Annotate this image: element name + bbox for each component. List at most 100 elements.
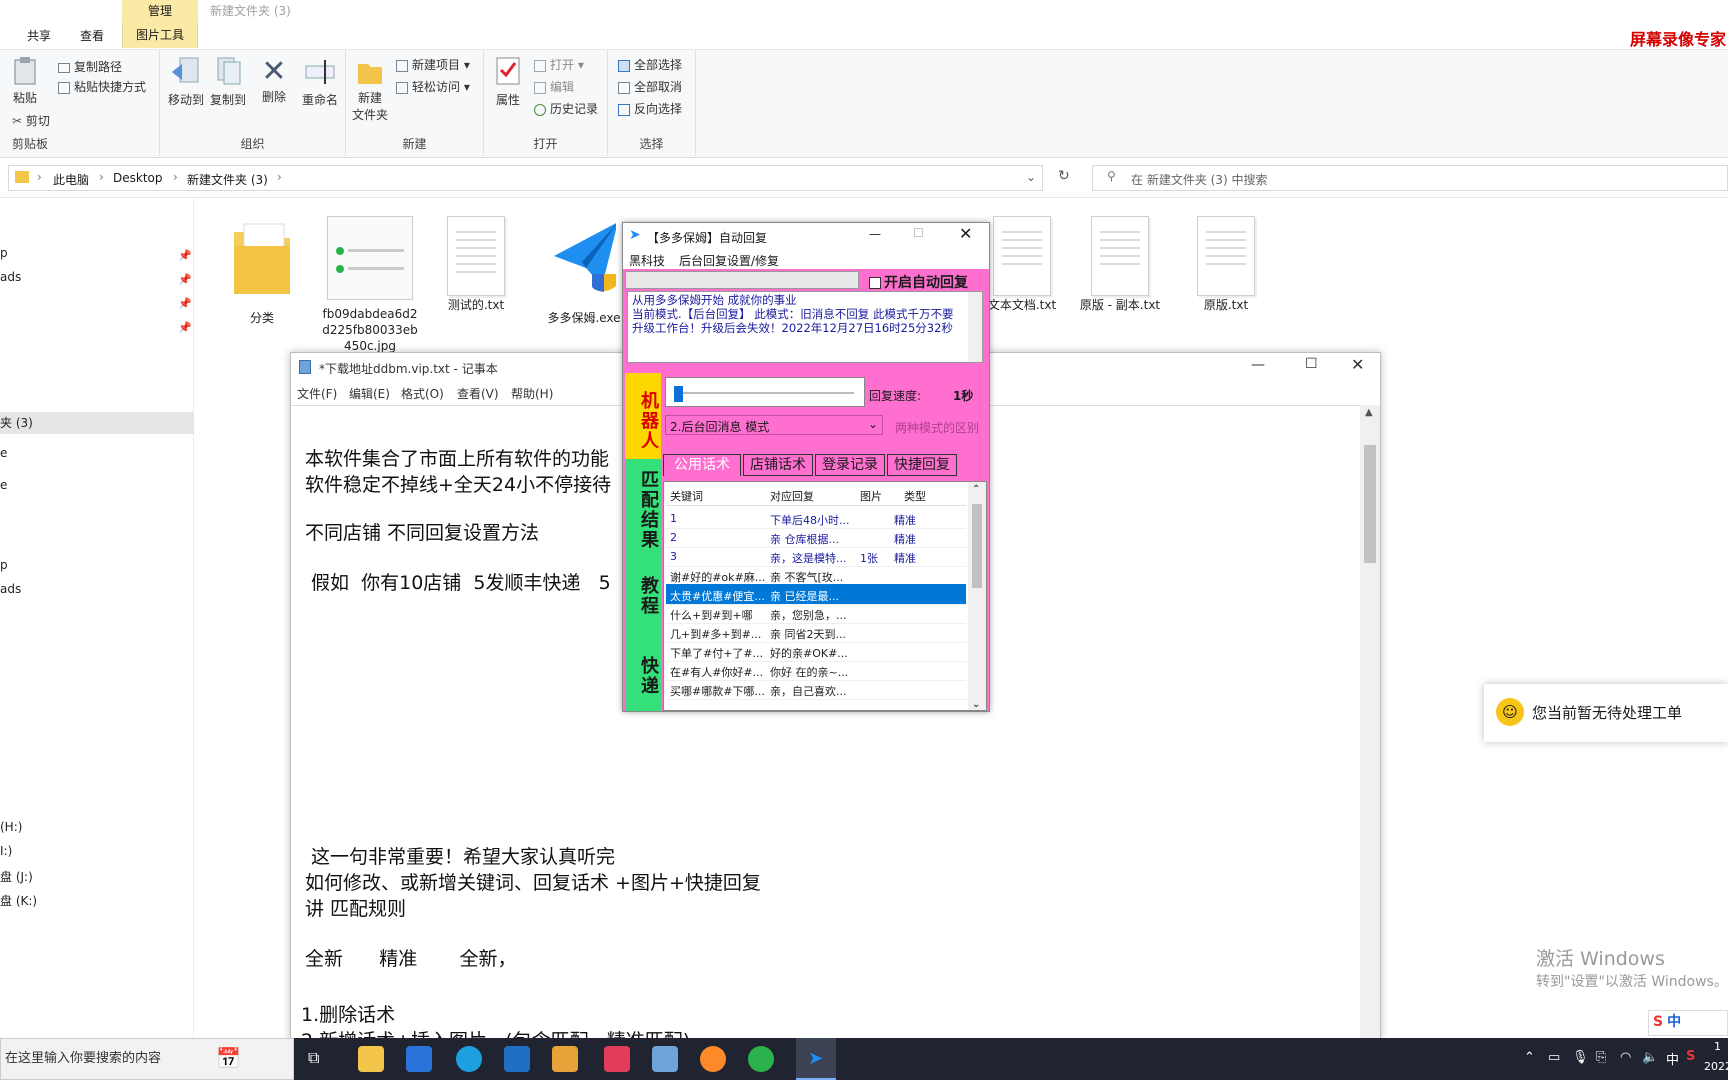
scroll-up-icon[interactable]: ⌃ (972, 484, 980, 495)
nav-item[interactable]: p (0, 558, 8, 572)
open-button[interactable]: 打开 ▾ (534, 56, 584, 73)
file-item[interactable]: 原版.txt (1176, 216, 1276, 313)
microphone-icon[interactable]: 🎙 (1572, 1050, 1589, 1065)
notification-toast[interactable]: ☺ 您当前暂无待处理工单 (1484, 684, 1728, 742)
speed-slider[interactable] (665, 377, 865, 407)
table-row[interactable]: 1 下单后48小时... 精准 (666, 508, 966, 529)
cut-button[interactable]: ✂ 剪切 (12, 112, 50, 129)
file-item[interactable]: 分类 (212, 216, 312, 326)
file-item[interactable]: 多多保姆.exe (534, 216, 634, 326)
vtab-match-results[interactable]: 匹配结果 (625, 459, 661, 551)
tray-chevron-up-icon[interactable]: ⌃ (1524, 1050, 1535, 1065)
nav-item[interactable]: 盘 (K:) (0, 892, 37, 909)
ime-indicator[interactable]: 中 (1666, 1049, 1679, 1068)
table-row[interactable]: 太贵#优惠#便宜... 亲 已经是最... (666, 584, 966, 605)
table-row[interactable]: 谢#好的#ok#麻... 亲 不客气[玫... (666, 565, 966, 586)
checkbox-icon[interactable] (869, 277, 881, 289)
notepad-taskbar-icon[interactable] (652, 1046, 678, 1072)
nav-item[interactable]: ads (0, 270, 21, 284)
close-icon[interactable]: ✕ (1351, 355, 1364, 374)
copy-to-button[interactable]: 复制到 (208, 56, 248, 108)
nav-item[interactable]: e (0, 478, 7, 492)
column-header-reply[interactable]: 对应回复 (770, 488, 814, 504)
chevron-down-icon[interactable]: ⌄ (1026, 170, 1036, 184)
scrollbar-thumb[interactable] (972, 504, 982, 588)
properties-button[interactable]: 属性 (492, 56, 524, 108)
volume-icon[interactable]: 🔈 (1642, 1050, 1658, 1065)
file-item[interactable]: fb09dabdea6d2d225fb80033eb450c.jpg (320, 216, 420, 354)
app-icon[interactable] (552, 1046, 578, 1072)
taskbar-search[interactable]: 在这里输入你要搜索的内容 (0, 1038, 294, 1080)
copy-path-button[interactable]: 复制路径 (58, 58, 122, 75)
delete-button[interactable]: ✕ 删除 (256, 56, 292, 105)
nav-item[interactable]: ads (0, 582, 21, 596)
table-row[interactable]: 在#有人#你好#... 你好 在的亲~... (666, 660, 966, 681)
store-icon[interactable] (406, 1046, 432, 1072)
move-to-button[interactable]: 移动到 (166, 56, 206, 108)
scroll-down-icon[interactable]: ⌄ (972, 699, 980, 710)
invert-selection-button[interactable]: 反向选择 (618, 100, 682, 117)
menu-view[interactable]: 查看(V) (457, 385, 499, 402)
mode-diff-link[interactable]: 两种模式的区别 (895, 419, 979, 436)
easy-access-button[interactable]: 轻松访问 ▾ (396, 78, 470, 95)
vtab-robot[interactable]: 机器人 (625, 373, 661, 459)
mode-select[interactable]: 2.后台回消息 模式 ⌄ (665, 415, 883, 435)
column-header-image[interactable]: 图片 (860, 488, 882, 504)
close-icon[interactable]: ✕ (959, 224, 972, 243)
table-row[interactable]: 下单了#付+了#... 好的亲#OK#... (666, 641, 966, 662)
paste-shortcut-button[interactable]: 粘贴快捷方式 (58, 78, 146, 95)
table-row[interactable]: 2 亲 仓库根据... 精准 (666, 527, 966, 548)
nav-item[interactable]: (H:) (0, 820, 22, 834)
tab-public-scripts[interactable]: 公用话术 (663, 454, 741, 476)
search-box[interactable]: ⚲ 在 新建文件夹 (3) 中搜索 (1092, 165, 1728, 191)
minimize-icon[interactable]: — (1251, 357, 1265, 373)
clock-time[interactable]: 1 (1714, 1040, 1721, 1053)
breadcrumb-desktop[interactable]: Desktop (113, 171, 163, 185)
sogou-tray-icon[interactable]: S (1686, 1049, 1695, 1064)
new-folder-button[interactable]: 新建 文件夹 (352, 56, 388, 123)
ime-toolbar[interactable]: S中 (1648, 1010, 1728, 1036)
scroll-up-icon[interactable]: ▲ (1365, 407, 1373, 418)
column-header-keyword[interactable]: 关键词 (670, 488, 703, 504)
vtab-tutorial[interactable]: 教程 (625, 551, 661, 631)
tab-quick-reply[interactable]: 快捷回复 (887, 454, 957, 476)
table-row[interactable]: 3 亲，这是模特... 1张 精准 (666, 546, 966, 567)
maximize-icon[interactable]: ☐ (1305, 356, 1318, 372)
search-input[interactable]: 在 新建文件夹 (3) 中搜索 (1131, 171, 1267, 188)
menu-help[interactable]: 帮助(H) (511, 385, 553, 402)
nav-item[interactable]: p (0, 246, 8, 260)
breadcrumb-this-pc[interactable]: 此电脑 (53, 171, 89, 188)
notepad-scrollbar[interactable]: ▲ (1360, 405, 1380, 1043)
menu-backend-settings[interactable]: 后台回复设置/修复 (679, 252, 779, 269)
browser-icon[interactable] (700, 1046, 726, 1072)
tab-share[interactable]: 共享 (14, 24, 64, 48)
log-scrollbar[interactable] (968, 292, 982, 362)
nav-item[interactable]: I:) (0, 844, 12, 858)
refresh-icon[interactable]: ↻ (1058, 168, 1070, 184)
table-row[interactable]: 什么+到#到+哪 亲，您别急，... (666, 603, 966, 624)
rename-button[interactable]: 重命名 (298, 56, 342, 108)
breadcrumb-folder[interactable]: 新建文件夹 (3) (187, 171, 268, 188)
select-all-button[interactable]: 全部选择 (618, 56, 682, 73)
table-row[interactable]: 买哪#哪款#下哪... 亲，自己喜欢... (666, 679, 966, 700)
file-item[interactable]: 测试的.txt (426, 216, 526, 313)
table-scrollbar[interactable]: ⌃ ⌄ (968, 482, 986, 710)
nav-item[interactable]: 盘 (J:) (0, 868, 33, 885)
nav-item-current[interactable]: 夹 (3) (0, 412, 194, 434)
app-icon[interactable] (604, 1046, 630, 1072)
scrollbar-thumb[interactable] (1364, 445, 1376, 563)
wifi-icon[interactable]: ◠ (1620, 1050, 1631, 1065)
log-textbox[interactable]: 从用多多保姆开始 成就你的事业 当前模式.【后台回复】 此模式：旧消息不回复 此… (627, 291, 983, 363)
maximize-icon[interactable]: ☐ (913, 226, 924, 240)
nav-item[interactable]: e (0, 446, 7, 460)
history-button[interactable]: 历史记录 (534, 100, 598, 117)
menu-format[interactable]: 格式(O) (401, 385, 444, 402)
tab-view[interactable]: 查看 (66, 24, 118, 48)
auto-reply-toggle[interactable]: 开启自动回复 (869, 272, 968, 292)
auto-reply-taskbar-button[interactable]: ➤ (796, 1038, 836, 1080)
column-header-type[interactable]: 类型 (904, 488, 926, 504)
edit-button[interactable]: 编辑 (534, 78, 574, 95)
paste-button[interactable]: 粘贴 (10, 56, 40, 106)
vtab-express[interactable]: 快递 (625, 631, 661, 711)
tab-manage[interactable]: 管理 (122, 0, 198, 22)
